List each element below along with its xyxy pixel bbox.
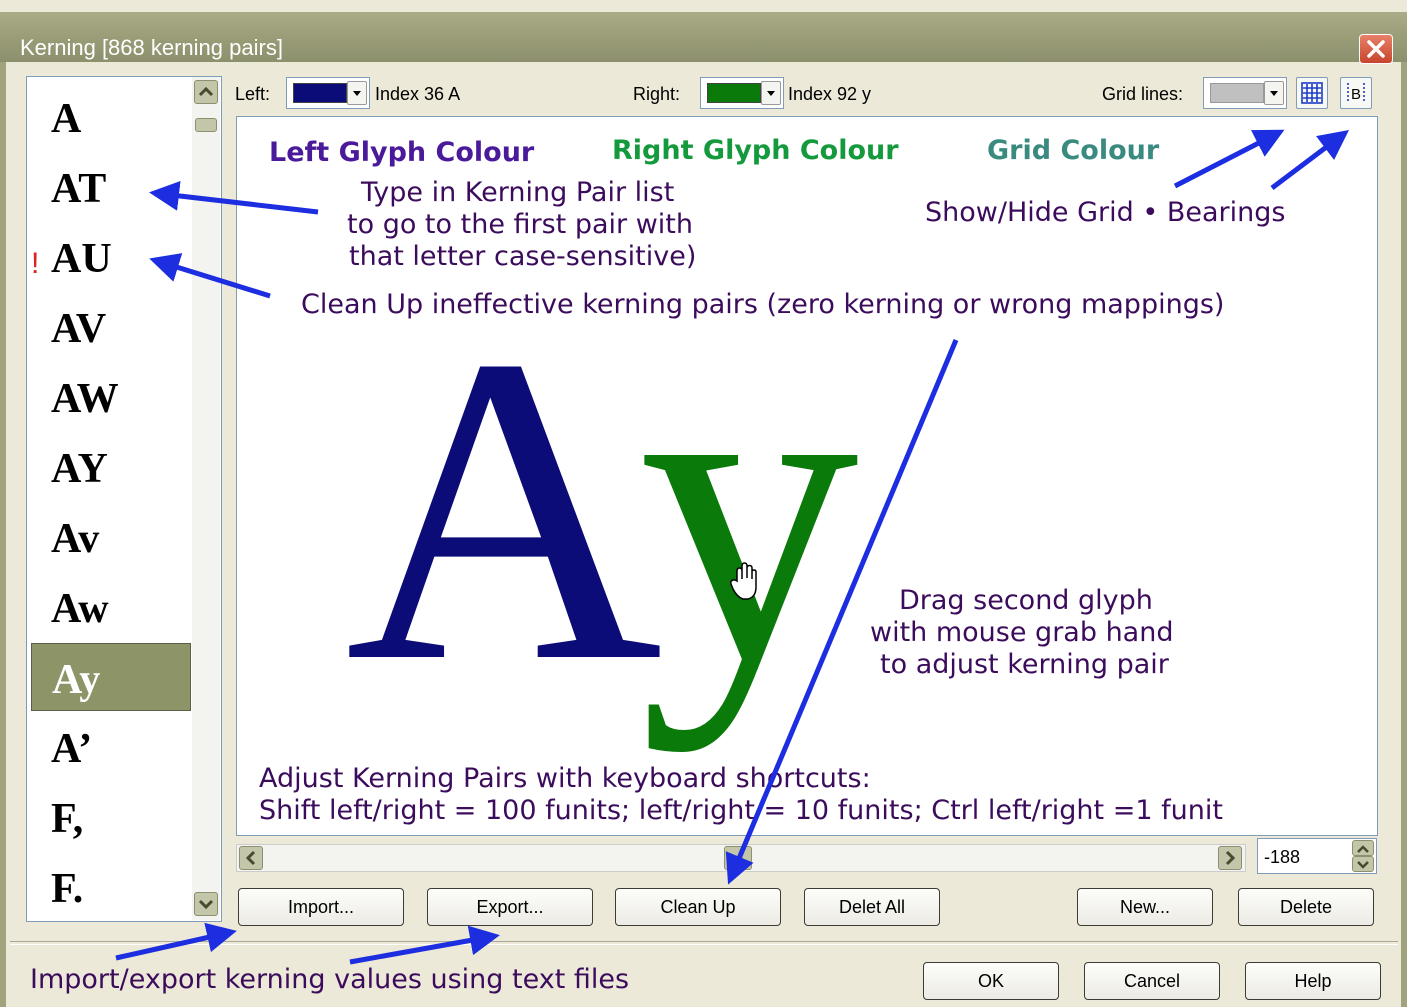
- left-glyph: A: [345, 266, 663, 753]
- help-button[interactable]: Help: [1245, 962, 1381, 1000]
- new-button[interactable]: New...: [1077, 888, 1213, 926]
- pair-label: AV: [51, 306, 107, 352]
- pair-label: AY: [51, 446, 108, 492]
- right-glyph[interactable]: y: [639, 266, 859, 753]
- grid-colour-combo[interactable]: [1203, 77, 1287, 109]
- close-button[interactable]: [1359, 34, 1393, 64]
- list-item[interactable]: F.: [31, 853, 191, 921]
- title-bar[interactable]: Kerning [868 kerning pairs]: [0, 12, 1407, 64]
- note-type-line-3: that letter case-sensitive): [349, 241, 697, 272]
- scroll-left-icon: [245, 850, 256, 866]
- list-item[interactable]: ! AU: [31, 223, 191, 291]
- list-item[interactable]: A’: [31, 713, 191, 781]
- show-bearings-button[interactable]: B: [1340, 77, 1372, 109]
- arrow-to-import: [115, 922, 237, 961]
- note-type-line-2: to go to the first pair with: [347, 209, 694, 240]
- divider: [10, 941, 1398, 945]
- glyph-canvas[interactable]: A y Left Glyph Colour Right Glyph Colour…: [236, 116, 1378, 836]
- spin-down-button[interactable]: [1352, 856, 1374, 872]
- window-border-right: [1401, 62, 1407, 1007]
- left-label: Left:: [235, 84, 271, 104]
- pair-label: Aw: [51, 586, 109, 632]
- note-type-line-1: Type in Kerning Pair list: [361, 177, 675, 208]
- show-grid-button[interactable]: [1296, 77, 1328, 109]
- left-colour-swatch: [293, 83, 347, 103]
- scroll-down-icon: [198, 899, 214, 910]
- close-icon: [1367, 40, 1385, 58]
- legend-grid-colour: Grid Colour: [987, 135, 1160, 166]
- ok-button[interactable]: OK: [923, 962, 1059, 1000]
- pair-label: AT: [51, 166, 107, 212]
- list-item[interactable]: AY: [31, 433, 191, 501]
- note-keys-line-2: Shift left/right = 100 funits; left/righ…: [259, 795, 1223, 826]
- legend-right-glyph-colour: Right Glyph Colour: [612, 135, 899, 166]
- list-item[interactable]: AW: [31, 363, 191, 431]
- list-item[interactable]: F,: [31, 783, 191, 851]
- pair-label: F.: [51, 866, 84, 912]
- spin-up-button[interactable]: [1352, 840, 1374, 856]
- delete-button[interactable]: Delete: [1238, 888, 1374, 926]
- pair-label: Ay: [52, 657, 101, 703]
- pair-label: AU: [51, 236, 112, 282]
- list-item[interactable]: AT: [31, 153, 191, 221]
- delete-all-button[interactable]: Delet All: [804, 888, 940, 926]
- list-item[interactable]: Ay: [31, 643, 191, 711]
- legend-left-glyph-colour: Left Glyph Colour: [269, 137, 535, 168]
- kerning-dialog: Kerning [868 kerning pairs] A AT! AU AV AW AY…: [0, 0, 1407, 1007]
- pair-list-scroll-thumb[interactable]: [195, 118, 217, 132]
- arrow-to-export: [349, 925, 500, 965]
- pair-label: AW: [51, 376, 119, 422]
- list-item[interactable]: AV: [31, 293, 191, 361]
- export-button[interactable]: Export...: [427, 888, 593, 926]
- scroll-up-button[interactable]: [194, 80, 218, 104]
- scroll-right-icon: [1225, 850, 1236, 866]
- import-button[interactable]: Import...: [238, 888, 404, 926]
- cancel-button[interactable]: Cancel: [1084, 962, 1220, 1000]
- right-label: Right:: [633, 84, 681, 104]
- bearings-icon: B: [1347, 83, 1365, 103]
- pair-label: A’: [51, 726, 93, 772]
- left-glyph-index: Index 36 A: [375, 84, 461, 104]
- right-colour-swatch: [707, 83, 761, 103]
- scroll-left-button[interactable]: [239, 846, 263, 870]
- note-drag-line-1: Drag second glyph: [899, 585, 1153, 616]
- window-border-left: [0, 62, 6, 1007]
- note-drag-line-3: to adjust kerning pair: [880, 649, 1169, 680]
- spin-down-icon: [1357, 861, 1369, 869]
- list-item[interactable]: A: [31, 83, 191, 151]
- right-glyph-index: Index 92 y: [788, 84, 872, 104]
- clean-up-button[interactable]: Clean Up: [615, 888, 781, 926]
- note-import-export: Import/export kerning values using text …: [30, 964, 630, 995]
- scroll-up-icon: [198, 86, 214, 97]
- warning-marker: !: [31, 247, 40, 280]
- grid-icon: [1301, 82, 1323, 104]
- pair-label: F,: [51, 796, 84, 842]
- note-keys-line-1: Adjust Kerning Pairs with keyboard short…: [259, 763, 871, 794]
- right-colour-combo[interactable]: [700, 77, 784, 109]
- bearings-letter: B: [1351, 86, 1361, 103]
- spin-up-icon: [1357, 845, 1369, 853]
- pair-label: Av: [51, 516, 100, 562]
- window-title: Kerning [868 kerning pairs]: [20, 35, 283, 60]
- pair-list-scrollbar[interactable]: [192, 77, 220, 920]
- chevron-down-icon[interactable]: [761, 81, 781, 105]
- pair-label: A: [51, 96, 82, 142]
- scroll-right-button[interactable]: [1218, 846, 1242, 870]
- note-show-hide-grid: Show/Hide Grid • Bearings: [925, 197, 1286, 228]
- grid-colour-swatch: [1210, 83, 1264, 103]
- kerning-value-spinbox[interactable]: -188: [1257, 838, 1377, 874]
- list-item[interactable]: Av: [31, 503, 191, 571]
- kerning-value[interactable]: -188: [1264, 847, 1300, 868]
- list-item[interactable]: Aw: [31, 573, 191, 641]
- grid-lines-label: Grid lines:: [1102, 84, 1184, 104]
- note-clean-up: Clean Up ineffective kerning pairs (zero…: [301, 289, 1225, 320]
- kerning-scroll-thumb[interactable]: [724, 846, 752, 870]
- scroll-down-button[interactable]: [194, 892, 218, 916]
- note-drag-line-2: with mouse grab hand: [870, 617, 1174, 648]
- chevron-down-icon[interactable]: [347, 81, 367, 105]
- left-colour-combo[interactable]: [286, 77, 370, 109]
- chevron-down-icon[interactable]: [1264, 81, 1284, 105]
